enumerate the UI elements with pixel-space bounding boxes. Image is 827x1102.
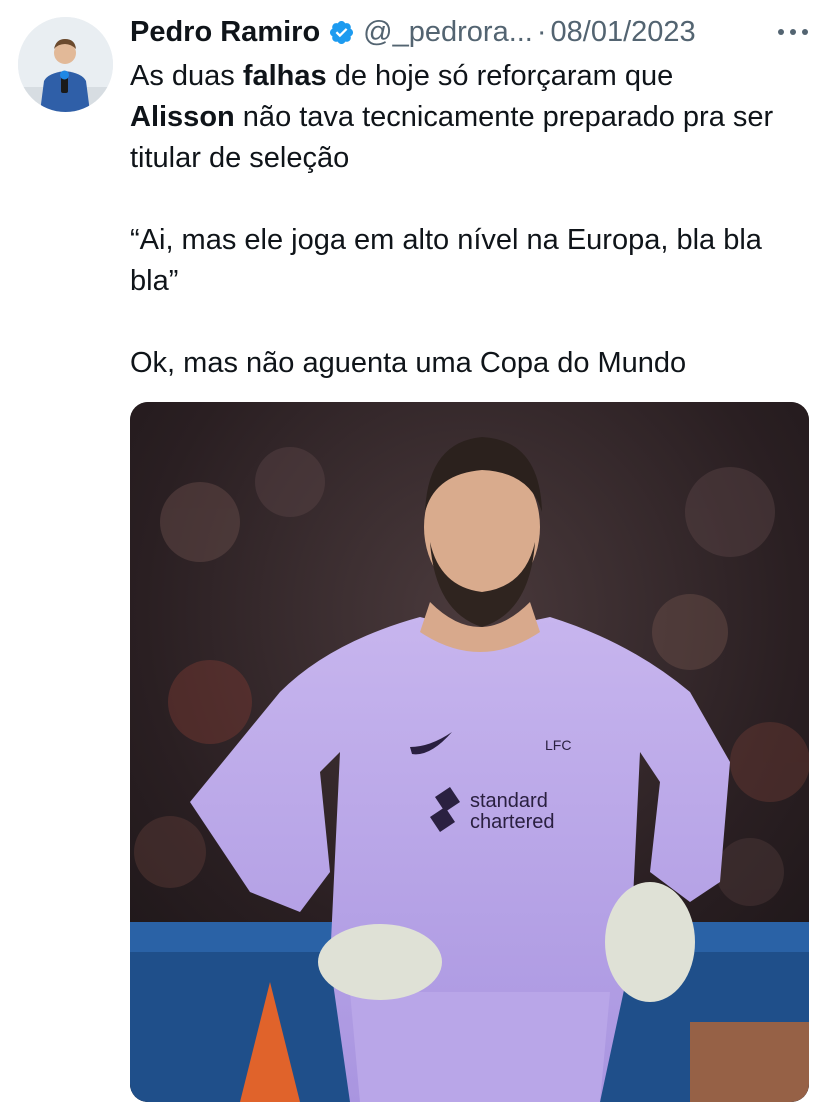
tweet-paragraph-3: Ok, mas não aguenta uma Copa do Mundo	[130, 347, 687, 379]
tweet-text-segment: As duas	[130, 60, 243, 92]
verified-badge-icon	[330, 20, 354, 44]
tweet-bold-alisson: Alisson	[130, 101, 235, 133]
tweet-bold-falhas: falhas	[242, 60, 327, 92]
photo-goalkeeper-icon: standard chartered LFC	[130, 402, 809, 1102]
tweet[interactable]: Pedro Ramiro @_pedrora... · 08/01/2023 A…	[0, 0, 827, 1102]
author-handle[interactable]: @_pedrora...	[363, 16, 533, 49]
more-options-icon[interactable]	[776, 26, 810, 38]
jersey-crest: LFC	[545, 737, 571, 753]
header-separator: ·	[536, 15, 547, 48]
avatar-photo-icon	[18, 17, 113, 112]
jersey-sponsor-text-1: standard	[470, 790, 548, 812]
tweet-paragraph-2: “Ai, mas ele joga em alto nível na Europ…	[130, 224, 762, 297]
tweet-media-photo[interactable]: standard chartered LFC	[130, 402, 809, 1102]
jersey-sponsor-text-2: chartered	[470, 811, 555, 833]
tweet-paragraph-1: As duas falhas de hoje só reforçaram que…	[130, 56, 800, 179]
tweet-text: As duas falhas de hoje só reforçaram que…	[130, 56, 800, 384]
tweet-header: Pedro Ramiro @_pedrora... · 08/01/2023	[130, 12, 820, 52]
tweet-text-segment: de hoje só reforçaram que	[326, 60, 674, 92]
author-avatar[interactable]	[18, 17, 113, 112]
author-name[interactable]: Pedro Ramiro	[130, 16, 320, 49]
tweet-date[interactable]: 08/01/2023	[551, 16, 696, 49]
